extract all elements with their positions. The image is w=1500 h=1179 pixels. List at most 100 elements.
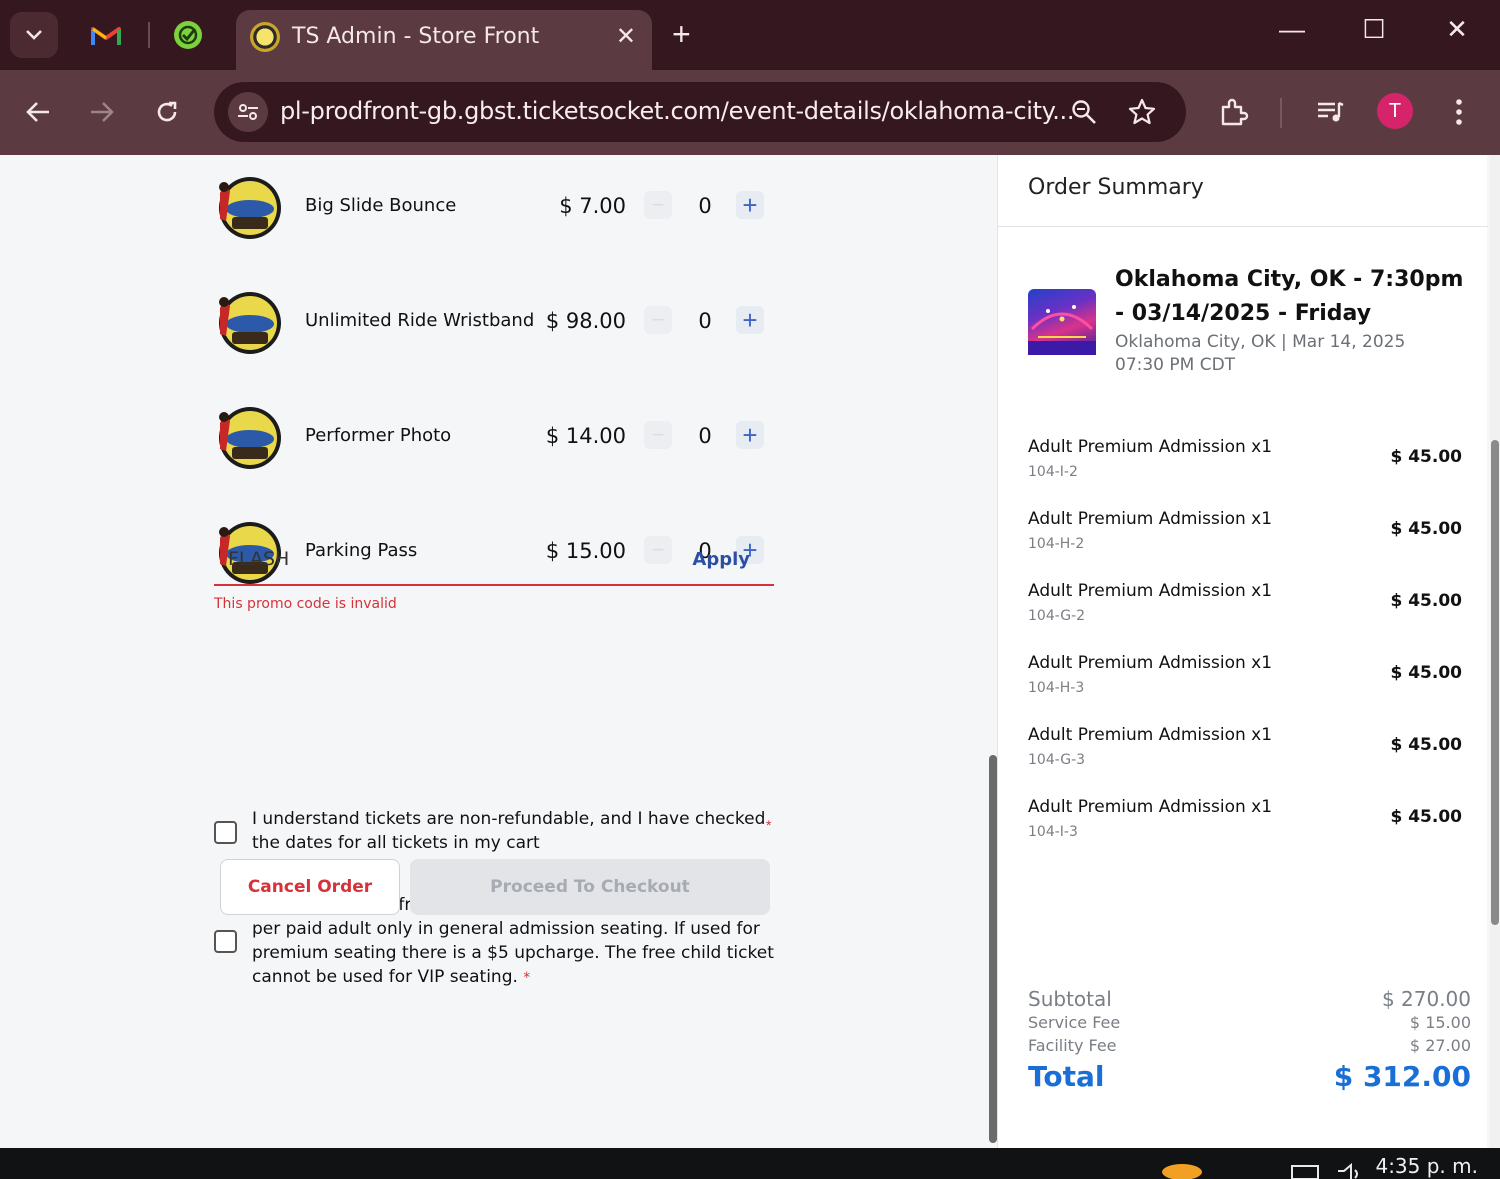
line-item-price: $ 45.00: [1390, 591, 1462, 611]
line-item-name: Adult Premium Admission x1: [1028, 797, 1273, 817]
order-line-item: Adult Premium Admission x1 104-H-2 $ 45.00: [1028, 509, 1468, 569]
close-window-icon[interactable]: ✕: [1437, 14, 1477, 45]
back-arrow-icon: [26, 102, 49, 122]
line-item-seat: 104-G-3: [1028, 752, 1086, 768]
addon-row: Big Slide Bounce $ 7.00− 0 +: [214, 173, 774, 243]
forward-arrow-icon: [91, 102, 114, 122]
service-fee-label: Service Fee: [1028, 1013, 1121, 1032]
line-item-price: $ 45.00: [1390, 735, 1462, 755]
tab-strip: TS Admin - Store Front ✕ + — ☐ ✕: [0, 0, 1500, 70]
required-marker: *: [523, 970, 531, 986]
line-item-price: $ 45.00: [1390, 807, 1462, 827]
tab-search-button[interactable]: [10, 12, 58, 58]
quantity-value: 0: [698, 194, 712, 218]
order-line-item: Adult Premium Admission x1 104-H-3 $ 45.00: [1028, 653, 1468, 713]
promo-code-input[interactable]: [228, 548, 648, 570]
consent-text: I understand tickets are non-refundable,…: [252, 807, 776, 855]
profile-avatar[interactable]: T: [1377, 93, 1413, 129]
order-line-item: Adult Premium Admission x1 104-I-3 $ 45.00: [1028, 797, 1468, 857]
site-info-button[interactable]: [228, 92, 268, 132]
event-details: Oklahoma City, OK | Mar 14, 2025 07:30 P…: [1115, 331, 1455, 377]
promo-error-message: This promo code is invalid: [214, 596, 397, 612]
bookmark-star-icon[interactable]: [1124, 94, 1160, 130]
line-item-price: $ 45.00: [1390, 447, 1462, 467]
line-item-name: Adult Premium Admission x1: [1028, 509, 1273, 529]
circus-logo-icon: [219, 407, 281, 469]
decrease-quantity-button[interactable]: −: [644, 306, 672, 334]
total-label: Total: [1028, 1060, 1105, 1093]
increase-quantity-button[interactable]: +: [736, 191, 764, 219]
media-control-icon[interactable]: [1310, 92, 1350, 132]
maximize-icon[interactable]: ☐: [1354, 14, 1394, 45]
reload-button[interactable]: [147, 92, 187, 132]
proceed-to-checkout-button[interactable]: Proceed To Checkout: [410, 859, 770, 915]
minimize-icon[interactable]: —: [1272, 14, 1312, 45]
line-item-seat: 104-I-2: [1028, 464, 1078, 480]
new-tab-button[interactable]: +: [672, 16, 691, 52]
order-summary-title: Order Summary: [1028, 175, 1204, 200]
child-ticket-checkbox[interactable]: [214, 930, 237, 953]
forward-button[interactable]: [82, 92, 122, 132]
circus-logo-icon: [219, 177, 281, 239]
order-summary-panel: Order Summary Oklahoma City, OK - 7:30pm…: [997, 155, 1488, 1148]
volume-icon[interactable]: [1336, 1162, 1366, 1179]
gmail-icon: [91, 27, 121, 45]
app-check-icon: [174, 21, 202, 49]
extensions-icon[interactable]: [1214, 92, 1254, 132]
event-time: 07:30 PM CDT: [1115, 355, 1236, 375]
facility-fee-amount: $ 27.00: [1409, 1036, 1471, 1055]
event-name: Oklahoma City, OK - 7:30pm - 03/14/2025 …: [1115, 267, 1464, 326]
facility-fee-label: Facility Fee: [1028, 1036, 1117, 1055]
browser-toolbar: pl-prodfront-gb.gbst.ticketsocket.com/ev…: [0, 70, 1500, 155]
address-bar[interactable]: pl-prodfront-gb.gbst.ticketsocket.com/ev…: [214, 82, 1186, 142]
service-fee-amount: $ 15.00: [1409, 1013, 1471, 1032]
required-marker: *: [766, 817, 772, 833]
back-button[interactable]: [18, 92, 58, 132]
increase-quantity-button[interactable]: +: [736, 306, 764, 334]
circus-logo-icon: [250, 22, 280, 52]
tab-separator: [148, 22, 150, 48]
active-tab[interactable]: TS Admin - Store Front ✕: [236, 10, 652, 70]
line-item-seat: 104-I-3: [1028, 824, 1078, 840]
content-scrollbar[interactable]: [989, 755, 997, 1143]
event-thumbnail: [1028, 289, 1096, 355]
url-text[interactable]: pl-prodfront-gb.gbst.ticketsocket.com/ev…: [280, 97, 1074, 125]
weather-icon[interactable]: [1160, 1162, 1204, 1179]
apply-promo-button[interactable]: Apply: [692, 549, 750, 570]
addon-name: Big Slide Bounce: [305, 195, 457, 216]
line-item-seat: 104-G-2: [1028, 608, 1086, 624]
addon-price: $ 7.00: [559, 194, 626, 218]
network-icon[interactable]: [1290, 1162, 1320, 1179]
increase-quantity-button[interactable]: +: [736, 421, 764, 449]
taskbar-clock[interactable]: 4:35 p. m.: [1375, 1154, 1478, 1178]
line-item-name: Adult Premium Admission x1: [1028, 653, 1273, 673]
close-tab-icon[interactable]: ✕: [616, 22, 636, 51]
quantity-value: 0: [698, 424, 712, 448]
circus-logo-icon: [219, 292, 281, 354]
decrease-quantity-button[interactable]: −: [644, 191, 672, 219]
summary-scrollbar[interactable]: [1491, 440, 1499, 925]
order-line-item: Adult Premium Admission x1 104-G-3 $ 45.00: [1028, 725, 1468, 785]
more-menu-icon[interactable]: [1439, 92, 1479, 132]
pinned-tab-app[interactable]: [160, 12, 216, 58]
subtotal-amount: $ 270.00: [1381, 987, 1471, 1011]
decrease-quantity-button[interactable]: −: [644, 421, 672, 449]
addon-row: Unlimited Ride Wristband $ 98.00− 0 +: [214, 288, 774, 358]
cancel-order-button[interactable]: Cancel Order: [220, 859, 400, 915]
addon-price: $ 14.00: [545, 424, 626, 448]
toolbar-separator: [1280, 98, 1282, 128]
zoom-icon[interactable]: [1066, 94, 1102, 130]
addon-name: Unlimited Ride Wristband: [305, 310, 535, 331]
line-item-seat: 104-H-2: [1028, 536, 1085, 552]
promo-code-field: Apply: [214, 540, 774, 586]
line-item-seat: 104-H-3: [1028, 680, 1085, 696]
event-location-date: Oklahoma City, OK | Mar 14, 2025: [1115, 332, 1406, 352]
subtotal-row: Subtotal $ 270.00: [1028, 987, 1471, 1013]
non-refundable-checkbox[interactable]: [214, 821, 237, 844]
total-amount: $ 312.00: [1333, 1060, 1471, 1093]
pinned-tab-gmail[interactable]: [78, 12, 134, 58]
reload-icon: [157, 101, 177, 122]
addon-name: Performer Photo: [305, 425, 452, 446]
tune-icon: [238, 104, 258, 120]
line-item-name: Adult Premium Admission x1: [1028, 581, 1273, 601]
